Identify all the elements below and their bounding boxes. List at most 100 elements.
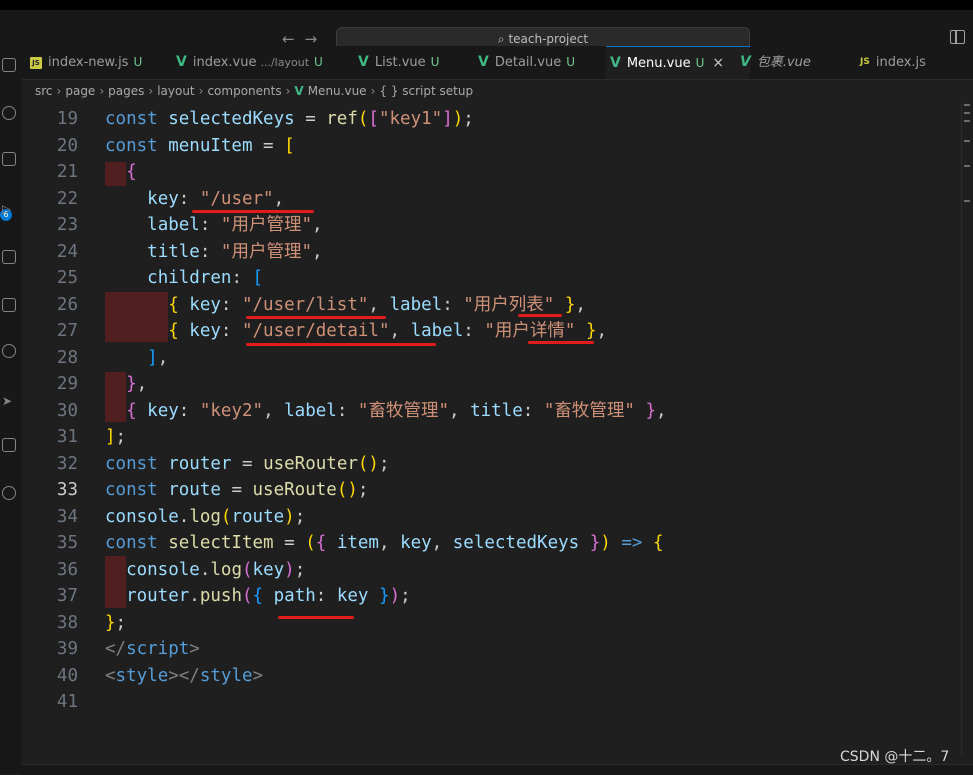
- code-line[interactable]: 27 { key: "/user/detail", label: "用户详情" …: [22, 318, 952, 344]
- tab-detail-vue[interactable]: V Detail.vue U: [478, 46, 604, 79]
- code-token: ,: [136, 374, 148, 394]
- remote-explorer-icon[interactable]: [2, 298, 16, 312]
- code-line[interactable]: 23 label: "用户管理",: [22, 212, 952, 238]
- code-line[interactable]: 35 const selectItem = ({ item, key, selec…: [22, 530, 952, 556]
- code-token: }: [126, 374, 137, 394]
- code-token: (): [357, 453, 379, 474]
- close-icon[interactable]: ×: [712, 55, 724, 71]
- code-token: selectItem: [168, 533, 285, 553]
- code-token: console: [105, 506, 179, 527]
- bottom-panel-tabs: [22, 764, 973, 775]
- docker-icon[interactable]: [2, 438, 16, 452]
- tab-list-vue[interactable]: V List.vue U: [358, 46, 474, 79]
- tab-baoguo-vue[interactable]: V 包裹.vue: [740, 46, 840, 79]
- code-token: ;: [378, 453, 390, 474]
- code-token: }: [645, 400, 656, 421]
- tab-index-vue[interactable]: Vindex.vue .../layout U: [176, 46, 351, 79]
- code-line[interactable]: 32 const router = useRouter();: [22, 451, 952, 477]
- code-token: key: [400, 533, 432, 553]
- code-line[interactable]: 29 },: [22, 371, 952, 397]
- code-line[interactable]: 22 key: "/user",: [22, 186, 952, 212]
- code-token: ,: [368, 294, 390, 315]
- tab-status: U: [695, 56, 705, 70]
- toggle-sidebar-layout-icon[interactable]: [950, 30, 965, 44]
- test-icon[interactable]: ➤: [2, 394, 16, 408]
- window-top-edge: [0, 0, 973, 10]
- code-token: }: [589, 533, 601, 553]
- code-line[interactable]: 33 const route = useRoute();: [22, 477, 952, 503]
- code-line[interactable]: 26 { key: "/user/list", label: "用户列表" },: [22, 292, 952, 318]
- code-token: =: [241, 453, 264, 474]
- code-token: ,: [596, 321, 608, 341]
- code-token: =: [305, 109, 327, 129]
- code-line[interactable]: 21 {: [22, 159, 952, 185]
- chevron-right-icon: ›: [370, 84, 376, 98]
- tab-index-js[interactable]: JS index.js: [860, 46, 960, 79]
- code-token: key: [189, 321, 221, 341]
- code-line[interactable]: 39 </script>: [22, 636, 952, 662]
- breadcrumb-item[interactable]: page: [65, 84, 95, 98]
- extensions-icon[interactable]: [2, 250, 16, 264]
- chevron-right-icon: ›: [285, 84, 291, 98]
- breadcrumb-item[interactable]: layout: [157, 84, 194, 98]
- tab-label: index.vue: [192, 55, 257, 70]
- code-token: "/user/list": [241, 294, 369, 315]
- code-line[interactable]: 40 <style></style>: [22, 663, 952, 689]
- search-icon[interactable]: [2, 106, 16, 120]
- chevron-right-icon: ›: [198, 84, 204, 98]
- line-number: 22: [56, 188, 78, 209]
- git-graph-icon[interactable]: [2, 344, 16, 358]
- line-number: 33: [56, 480, 78, 500]
- breadcrumb-item[interactable]: components: [207, 84, 281, 98]
- code-line[interactable]: 28 ],: [22, 345, 952, 371]
- breadcrumb-item[interactable]: { } script setup: [379, 84, 473, 98]
- search-icon: ⌕: [497, 32, 509, 46]
- code-text: title: "用户管理",: [105, 239, 322, 265]
- code-line[interactable]: 34 console.log(route);: [22, 504, 952, 530]
- code-token: label: [410, 321, 464, 341]
- source-control-icon[interactable]: [2, 152, 16, 166]
- code-token: const: [105, 135, 169, 156]
- code-token: ;: [357, 480, 369, 500]
- code-editor[interactable]: 19 const selectedKeys = ref(["key1"]); 20 c…: [22, 102, 962, 757]
- code-line[interactable]: 37 router.push({ path: key });: [22, 583, 952, 609]
- breadcrumb-item[interactable]: src: [35, 84, 53, 98]
- code-token: style: [199, 665, 253, 686]
- accounts-icon[interactable]: [2, 486, 16, 500]
- vue-file-icon: V: [610, 55, 621, 71]
- tab-status: U: [566, 55, 575, 69]
- code-line[interactable]: 20 const menuItem = [: [22, 133, 952, 159]
- code-line[interactable]: 24 title: "用户管理",: [22, 239, 952, 265]
- code-token: ]: [105, 427, 116, 447]
- breadcrumb-item[interactable]: Menu.vue: [308, 84, 367, 98]
- line-number: 31: [56, 427, 78, 447]
- tab-menu-vue[interactable]: V Menu.vue U ×: [606, 46, 750, 79]
- tab-label: Menu.vue: [626, 56, 691, 71]
- code-line[interactable]: 30 { key: "key2", label: "畜牧管理", title: …: [22, 398, 952, 424]
- run-debug-icon[interactable]: ▷: [2, 202, 16, 216]
- code-text: { key: "key2", label: "畜牧管理", title: "畜牧…: [105, 398, 666, 424]
- minimap-mark: [964, 165, 970, 167]
- code-text: router.push({ path: key });: [105, 583, 411, 609]
- red-underline-annotation: [192, 210, 314, 213]
- code-line[interactable]: 38};: [22, 610, 952, 636]
- code-line[interactable]: 36 console.log(key);: [22, 557, 952, 583]
- code-token: key: [147, 400, 179, 421]
- line-number: 24: [56, 241, 78, 262]
- code-line[interactable]: 25 children: [: [22, 265, 952, 291]
- code-line[interactable]: 31];: [22, 424, 952, 450]
- code-token: =: [263, 135, 285, 156]
- explorer-icon[interactable]: [2, 58, 16, 72]
- code-token: ]: [147, 347, 158, 368]
- minimap-mark: [964, 112, 970, 114]
- code-line[interactable]: 41: [22, 689, 952, 715]
- activity-bar: 6 ▷ ➤: [0, 46, 22, 774]
- tab-index-new-js[interactable]: JS index-new.js U: [30, 46, 172, 79]
- breadcrumb-item[interactable]: pages: [108, 84, 144, 98]
- code-line[interactable]: 19 const selectedKeys = ref(["key1"]);: [22, 106, 952, 132]
